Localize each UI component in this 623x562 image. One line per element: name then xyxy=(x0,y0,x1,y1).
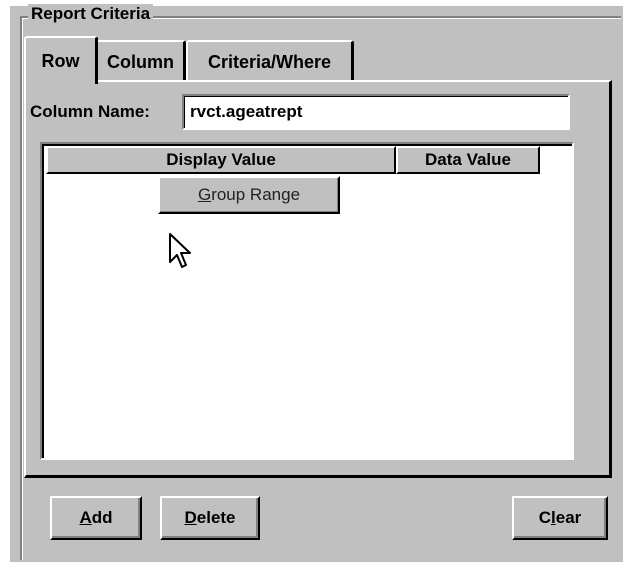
column-name-label: Column Name: xyxy=(30,102,150,121)
clear-button[interactable]: Cl ear xyxy=(512,496,608,540)
tab-row-label: Row xyxy=(41,50,80,71)
add-label: dd xyxy=(91,508,113,527)
tab-criteria-where[interactable]: Criteria/Where xyxy=(186,40,354,82)
group-range-button[interactable]: Group Range xyxy=(158,176,340,214)
group-range-label: roup Range xyxy=(211,185,301,204)
tab-row[interactable]: Row xyxy=(24,36,98,84)
delete-label: elete xyxy=(196,508,236,527)
column-name-input[interactable] xyxy=(182,94,570,130)
tab-column[interactable]: Column xyxy=(96,40,186,82)
add-button[interactable]: Add xyxy=(50,496,142,540)
group-range-mnemonic: G xyxy=(197,185,212,204)
clear-label: ear xyxy=(555,508,582,527)
delete-mnemonic: D xyxy=(184,508,197,527)
add-mnemonic: A xyxy=(79,508,92,527)
mouse-pointer-icon xyxy=(169,233,191,268)
clear-pre: C xyxy=(538,508,551,527)
tab-criteria-where-label: Criteria/Where xyxy=(207,51,332,72)
tab-column-label: Column xyxy=(107,51,174,72)
data-value-header[interactable]: Data Value xyxy=(396,146,540,174)
delete-button[interactable]: Delete xyxy=(160,496,260,540)
display-value-header[interactable]: Display Value xyxy=(46,146,396,174)
group-title: Report Criteria xyxy=(28,4,154,24)
